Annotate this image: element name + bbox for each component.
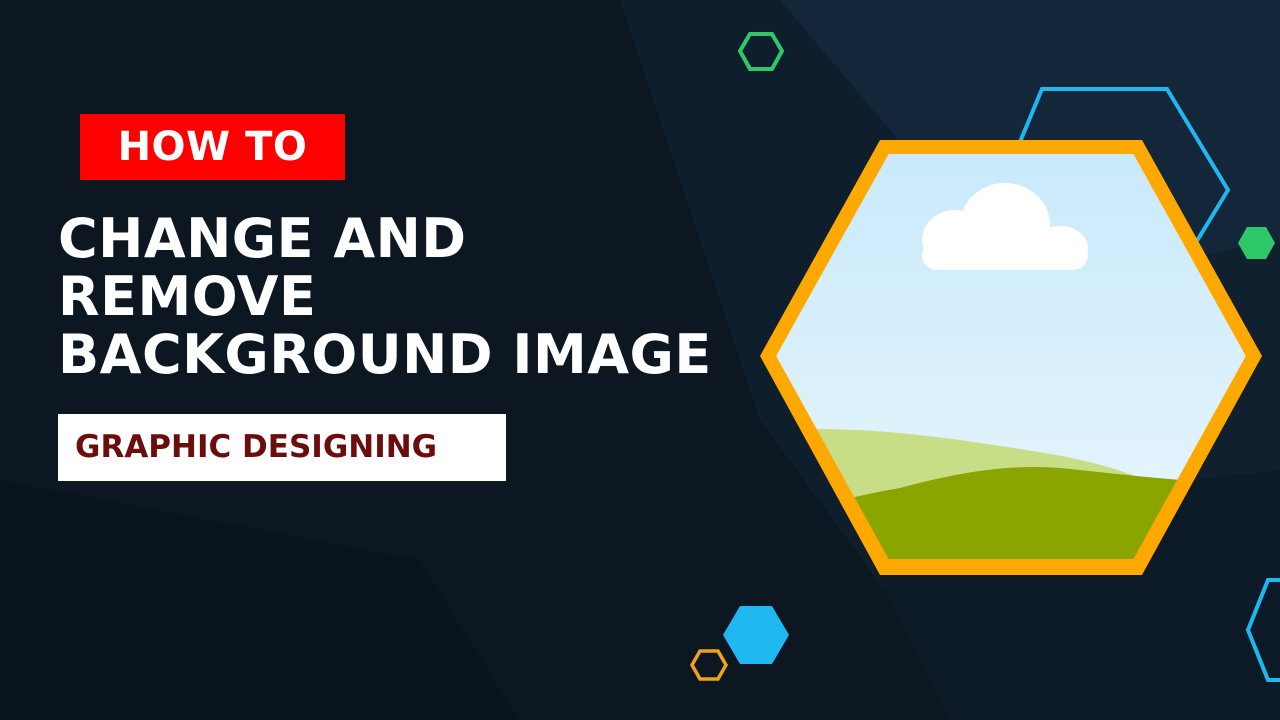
landscape-image-icon <box>760 140 1262 575</box>
title-line-3: BACKGROUND IMAGE <box>58 323 712 386</box>
hexagon-outline-icon <box>1245 578 1280 682</box>
hexagon-outline-icon <box>737 32 785 71</box>
kicker-text: HOW TO <box>117 124 308 170</box>
title-line-1: CHANGE AND <box>58 207 467 270</box>
main-title: CHANGE AND REMOVE BACKGROUND IMAGE <box>58 210 758 384</box>
category-badge: GRAPHIC DESIGNING <box>58 414 506 481</box>
hexagon-solid-icon <box>723 606 789 664</box>
category-text: GRAPHIC DESIGNING <box>75 429 438 465</box>
hexagon-solid-icon <box>1238 227 1275 259</box>
kicker-badge: HOW TO <box>80 114 345 180</box>
title-line-2: REMOVE <box>58 265 317 328</box>
thumbnail-canvas: HOW TO CHANGE AND REMOVE BACKGROUND IMAG… <box>0 0 1280 720</box>
hexagon-outline-icon <box>689 649 729 681</box>
